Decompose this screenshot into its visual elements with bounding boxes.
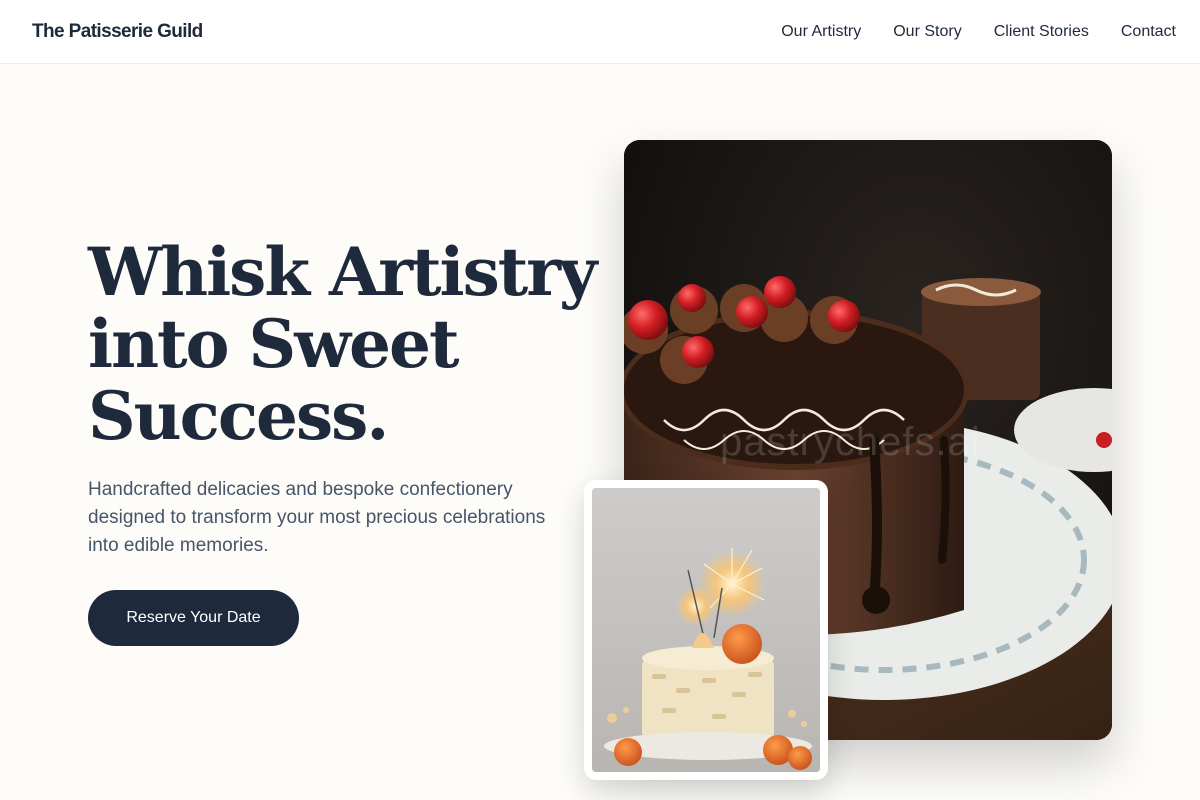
- reserve-date-button[interactable]: Reserve Your Date: [88, 590, 299, 646]
- hero-title-line1: Whisk Artistry: [88, 233, 597, 311]
- top-navigation: The Patisserie Guild Our Artistry Our St…: [0, 0, 1200, 64]
- brand-logo[interactable]: The Patisserie Guild: [32, 21, 203, 43]
- hero-title: Whisk Artistry into Sweet Success.: [88, 236, 608, 452]
- inset-photo-card: [584, 480, 828, 780]
- nav-client-stories[interactable]: Client Stories: [994, 23, 1089, 41]
- hero-subtitle: Handcrafted delicacies and bespoke confe…: [88, 479, 546, 556]
- hero-title-line2: into Sweet: [88, 305, 459, 383]
- nav-our-artistry[interactable]: Our Artistry: [781, 23, 861, 41]
- sparkler-cake-illustration: [592, 488, 820, 772]
- main-nav: Our Artistry Our Story Client Stories Co…: [781, 23, 1176, 41]
- sparkler-cake-photo: [592, 488, 820, 772]
- nav-our-story[interactable]: Our Story: [893, 23, 961, 41]
- nav-contact[interactable]: Contact: [1121, 23, 1176, 41]
- hero-title-line3: Success.: [88, 377, 389, 455]
